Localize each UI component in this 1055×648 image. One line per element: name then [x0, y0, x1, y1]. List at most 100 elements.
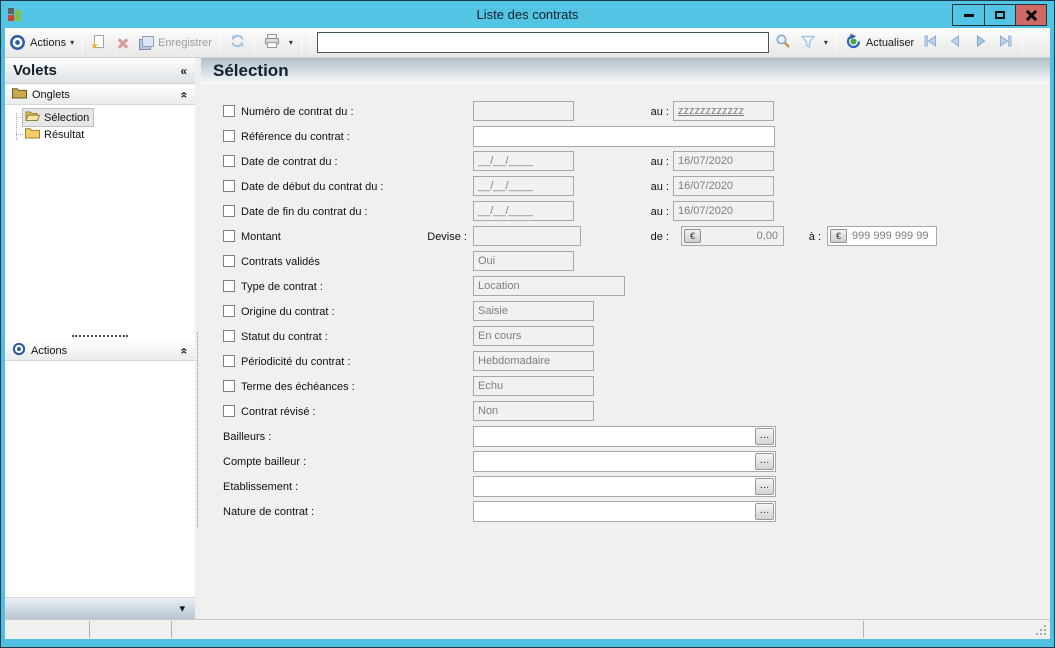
date-fin-to-field[interactable]: 16/07/2020	[673, 201, 774, 221]
main-panel: Sélection Numéro de contrat du : au : zz…	[201, 58, 1050, 619]
montant-de-field[interactable]: € 0,00	[681, 226, 784, 246]
sidebar-splitter-handle[interactable]	[5, 332, 195, 340]
onglets-collapse-icon[interactable]: «	[178, 91, 192, 98]
date-contrat-to-field[interactable]: 16/07/2020	[673, 151, 774, 171]
nature-contrat-label: Nature de contrat :	[223, 506, 315, 518]
date-debut-from-field[interactable]: __/__/____	[473, 176, 574, 196]
sidebar-bottom-bar[interactable]: ▾	[5, 597, 195, 619]
tree-item-selection-label: Sélection	[44, 111, 90, 124]
maximize-button[interactable]	[984, 5, 1015, 25]
date-contrat-checkbox[interactable]	[223, 155, 235, 167]
terme-echeances-field[interactable]: Echu	[473, 376, 594, 396]
tree-item-resultat-label: Résultat	[44, 128, 85, 141]
tree-item-selection[interactable]: Sélection	[5, 108, 195, 127]
close-button[interactable]	[1015, 5, 1046, 25]
reference-contrat-checkbox[interactable]	[223, 130, 235, 142]
nav-next-button[interactable]	[968, 31, 993, 54]
euro-currency-icon[interactable]: €	[830, 229, 847, 243]
terme-echeances-checkbox[interactable]	[223, 380, 235, 392]
window-frame: Actions ▾ ★ Enregistrer ▾ ▾ Actualiser V…	[1, 28, 1054, 647]
periodicite-label: Périodicité du contrat :	[241, 356, 351, 368]
minimize-button[interactable]	[953, 5, 984, 25]
statusbar-separator	[89, 621, 90, 638]
delete-button[interactable]	[111, 33, 135, 53]
type-contrat-checkbox[interactable]	[223, 280, 235, 292]
date-fin-label: Date de fin du contrat du :	[241, 206, 368, 218]
periodicite-checkbox[interactable]	[223, 355, 235, 367]
nature-contrat-browse-button[interactable]: …	[755, 503, 774, 520]
print-button[interactable]	[259, 31, 285, 54]
print-dropdown-button[interactable]: ▾	[285, 37, 297, 49]
new-button[interactable]: ★	[87, 33, 111, 53]
montant-a-field[interactable]: € 999 999 999 99	[827, 226, 937, 246]
contrats-valides-checkbox[interactable]	[223, 255, 235, 267]
statusbar-separator	[863, 621, 864, 638]
date-contrat-from-field[interactable]: __/__/____	[473, 151, 574, 171]
app-window: Liste des contrats Actions ▾ ★ Enregistr…	[0, 0, 1055, 648]
numero-contrat-checkbox[interactable]	[223, 105, 235, 117]
etablissement-field[interactable]: …	[473, 476, 776, 497]
compte-bailleur-field[interactable]: …	[473, 451, 776, 472]
refresh-button[interactable]	[225, 31, 250, 54]
nav-last-button[interactable]	[993, 31, 1018, 54]
resize-grip[interactable]	[1044, 633, 1046, 635]
refresh-icon	[229, 33, 246, 52]
origine-contrat-field[interactable]: Saisie	[473, 301, 594, 321]
statut-contrat-field[interactable]: En cours	[473, 326, 594, 346]
date-contrat-label: Date de contrat du :	[241, 156, 338, 168]
montant-de-value: 0,00	[756, 230, 778, 242]
nav-first-button[interactable]	[918, 31, 943, 54]
actualiser-button[interactable]: Actualiser	[841, 31, 918, 55]
montant-checkbox[interactable]	[223, 230, 235, 242]
bailleurs-browse-button[interactable]: …	[755, 428, 774, 445]
origine-contrat-checkbox[interactable]	[223, 305, 235, 317]
etablissement-browse-button[interactable]: …	[755, 478, 774, 495]
bailleurs-label: Bailleurs :	[223, 431, 272, 443]
actions-group-header[interactable]: Actions «	[5, 340, 195, 361]
contrat-revise-checkbox[interactable]	[223, 405, 235, 417]
numero-contrat-to-field[interactable]: zzzzzzzzzzzz	[673, 101, 774, 121]
status-bar	[5, 619, 1050, 639]
contrat-revise-field[interactable]: Non	[473, 401, 594, 421]
nav-next-icon	[972, 33, 989, 52]
compte-bailleur-browse-button[interactable]: …	[755, 453, 774, 470]
actions-menu-button[interactable]: Actions ▾	[26, 35, 78, 51]
reference-contrat-field[interactable]	[473, 126, 775, 147]
tree-item-resultat[interactable]: Résultat	[5, 126, 195, 143]
sidebar-collapse-icon[interactable]: «	[180, 64, 187, 78]
contrats-valides-field[interactable]: Oui	[473, 251, 574, 271]
search-button[interactable]	[771, 31, 796, 55]
filter-dropdown-button[interactable]: ▾	[820, 37, 832, 49]
nav-previous-button[interactable]	[943, 31, 968, 54]
save-button[interactable]: Enregistrer	[135, 34, 216, 52]
euro-currency-icon[interactable]: €	[684, 229, 701, 243]
actions-caret-icon: ▾	[70, 37, 75, 47]
date-fin-checkbox[interactable]	[223, 205, 235, 217]
sidebar-empty-area	[5, 361, 195, 597]
nature-contrat-field[interactable]: …	[473, 501, 776, 522]
page-title: Sélection	[213, 61, 289, 80]
date-debut-to-field[interactable]: 16/07/2020	[673, 176, 774, 196]
numero-contrat-from-field[interactable]	[473, 101, 574, 121]
row-nature-contrat: Nature de contrat : …	[201, 500, 1050, 525]
search-input[interactable]	[316, 32, 769, 53]
statut-contrat-checkbox[interactable]	[223, 330, 235, 342]
body: Volets « Onglets « Sélection Résultat Ac…	[5, 58, 1050, 619]
nav-previous-icon	[947, 33, 964, 52]
periodicite-field[interactable]: Hebdomadaire	[473, 351, 594, 371]
open-folder-icon	[25, 110, 41, 125]
titlebar: Liste des contrats	[1, 1, 1054, 28]
bailleurs-field[interactable]: …	[473, 426, 776, 447]
new-document-icon: ★	[90, 34, 107, 52]
date-fin-from-field[interactable]: __/__/____	[473, 201, 574, 221]
onglets-group-header[interactable]: Onglets «	[5, 84, 195, 105]
type-contrat-field[interactable]: Location	[473, 276, 625, 296]
filter-button[interactable]	[796, 32, 820, 54]
actions-collapse-icon[interactable]: «	[178, 347, 192, 354]
sidebar-bottom-caret-icon[interactable]: ▾	[179, 602, 185, 615]
date-debut-checkbox[interactable]	[223, 180, 235, 192]
toolbar: Actions ▾ ★ Enregistrer ▾ ▾ Actualiser	[5, 28, 1050, 58]
devise-field[interactable]	[473, 226, 581, 246]
row-etablissement: Etablissement : …	[201, 475, 1050, 500]
terme-echeances-label: Terme des échéances :	[241, 381, 355, 393]
